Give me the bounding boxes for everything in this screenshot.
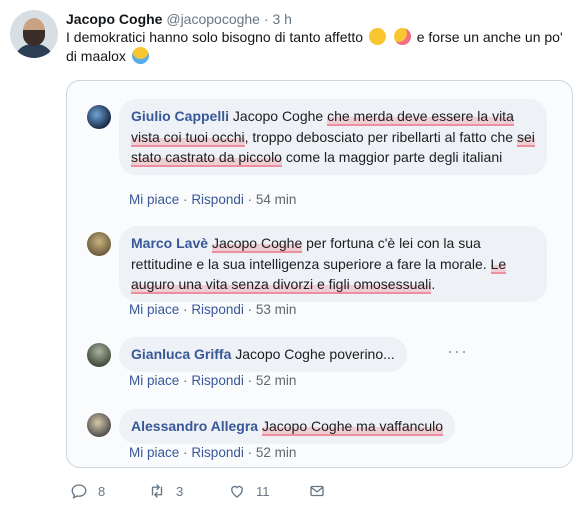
commenter-avatar[interactable] [87, 232, 111, 256]
reply-link[interactable]: Rispondi [191, 445, 244, 460]
tweet-time[interactable]: 3 h [272, 11, 291, 27]
comment-author[interactable]: Giulio Cappelli [131, 108, 229, 124]
comment-text: Jacopo Coghe [232, 108, 328, 124]
reply-icon [71, 484, 87, 500]
screenshot-image[interactable]: Giulio Cappelli Jacopo Coghe che merda d… [66, 80, 573, 468]
separator-dot: · [183, 373, 188, 388]
rolling-laughing-face-icon [131, 47, 149, 64]
hugging-face-icon [368, 28, 386, 45]
comment-text: . [431, 276, 436, 292]
comment-time[interactable]: 54 min [256, 192, 297, 207]
like-count: 11 [256, 483, 270, 499]
author-avatar[interactable] [10, 10, 58, 58]
comment-actions: Mi piace · Rispondi · 52 min [129, 445, 296, 460]
separator-dot: · [183, 302, 188, 317]
commenter-avatar[interactable] [87, 413, 111, 437]
retweet-action[interactable]: 3 [148, 482, 183, 500]
comment-actions: Mi piace · Rispondi · 53 min [129, 302, 296, 317]
like-action[interactable]: 11 [228, 482, 270, 500]
reply-action[interactable]: 8 [70, 482, 105, 500]
highlighted-text: Jacopo Coghe ma vaffanculo [261, 418, 444, 436]
kissing-face-icon [393, 28, 411, 45]
reply-link[interactable]: Rispondi [191, 302, 244, 317]
comment-actions: Mi piace · Rispondi · 54 min [129, 192, 296, 207]
retweet-count: 3 [176, 483, 184, 499]
separator-dot: · [183, 192, 188, 207]
comment-bubble: Alessandro Allegra Jacopo Coghe ma vaffa… [119, 409, 456, 444]
author-handle[interactable]: @jacopocoghe [166, 11, 260, 27]
comment-text: come la maggior parte degli italiani [281, 149, 503, 165]
message-action[interactable] [308, 482, 326, 500]
comment-actions: Mi piace · Rispondi · 52 min [129, 373, 296, 388]
comment-text: Jacopo Coghe poverino... [235, 346, 395, 362]
like-link[interactable]: Mi piace [129, 373, 179, 388]
comment-author[interactable]: Gianluca Griffa [131, 346, 231, 362]
retweet-icon [151, 484, 163, 498]
like-link[interactable]: Mi piace [129, 302, 179, 317]
reply-count: 8 [98, 483, 106, 499]
separator-dot: · [263, 11, 269, 27]
comment-bubble: Gianluca Griffa Jacopo Coghe poverino... [119, 337, 407, 372]
comment-author[interactable]: Alessandro Allegra [131, 418, 258, 434]
author-name[interactable]: Jacopo Coghe [66, 11, 162, 27]
reply-link[interactable]: Rispondi [191, 192, 244, 207]
tweet-actions: 8 3 11 [66, 482, 571, 502]
tweet-text: I demokratici hanno solo bisogno di tant… [66, 28, 571, 66]
tweet-text-part1: I demokratici hanno solo bisogno di tant… [66, 29, 364, 45]
comment-time[interactable]: 52 min [256, 445, 297, 460]
highlighted-text: Jacopo Coghe [211, 235, 303, 253]
commenter-avatar[interactable] [87, 343, 111, 367]
separator-dot: · [247, 445, 253, 460]
separator-dot: · [183, 445, 188, 460]
heart-icon [231, 485, 243, 498]
mail-icon [310, 485, 324, 497]
comment-bubble: Giulio Cappelli Jacopo Coghe che merda d… [119, 99, 547, 175]
comment-bubble: Marco Lavè Jacopo Coghe per fortuna c'è … [119, 226, 547, 302]
separator-dot: · [247, 302, 253, 317]
comment-author[interactable]: Marco Lavè [131, 235, 208, 251]
comment-time[interactable]: 52 min [256, 373, 297, 388]
separator-dot: · [247, 192, 253, 207]
commenter-avatar[interactable] [87, 105, 111, 129]
reply-link[interactable]: Rispondi [191, 373, 244, 388]
comment-text: , troppo debosciato per ribellarti al fa… [244, 128, 517, 145]
like-link[interactable]: Mi piace [129, 192, 179, 207]
like-link[interactable]: Mi piace [129, 445, 179, 460]
separator-dot: · [247, 373, 253, 388]
tweet-header: Jacopo Coghe @jacopocoghe · 3 h [66, 10, 292, 28]
more-options-icon[interactable]: ··· [447, 341, 468, 362]
comment-time[interactable]: 53 min [256, 302, 297, 317]
